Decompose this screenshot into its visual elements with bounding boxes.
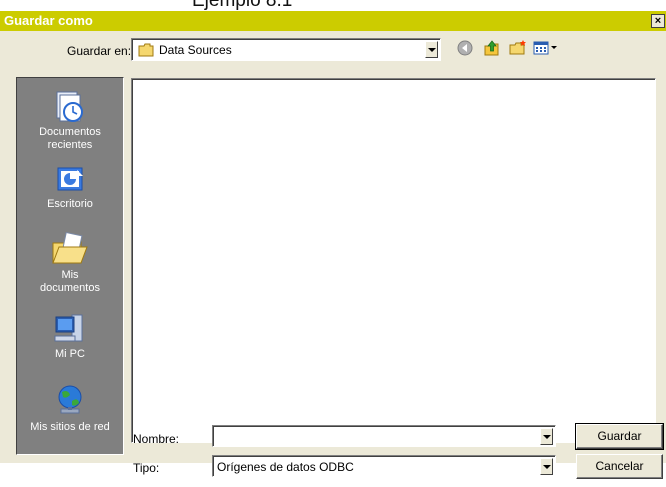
save-in-dropdown-button[interactable] <box>425 41 438 58</box>
place-my-documents[interactable]: Mis documentos <box>17 231 123 295</box>
file-type-dropdown-button[interactable] <box>540 458 553 475</box>
file-list[interactable] <box>131 78 656 443</box>
close-icon: × <box>654 15 662 27</box>
save-in-combo[interactable]: Data Sources <box>131 38 441 61</box>
file-name-combo[interactable] <box>212 425 556 447</box>
my-documents-icon <box>52 231 88 264</box>
place-label-my-documents: Mis documentos <box>40 269 100 294</box>
chevron-down-icon <box>551 46 557 49</box>
network-places-icon <box>58 385 82 414</box>
back-icon[interactable] <box>457 40 473 56</box>
name-label: Nombre: <box>133 432 180 446</box>
save-in-label: Guardar en: <box>67 44 132 58</box>
place-my-computer[interactable]: Mi PC <box>17 312 123 361</box>
place-label-my-computer: Mi PC <box>55 348 85 360</box>
place-network-places[interactable]: Mis sitios de red <box>17 383 123 434</box>
cancel-button[interactable]: Cancelar <box>576 454 663 479</box>
desktop-icon <box>57 167 83 191</box>
place-label-desktop: Escritorio <box>47 198 93 210</box>
file-type-select[interactable]: Orígenes de datos ODBC <box>212 455 556 477</box>
my-computer-icon <box>54 314 83 342</box>
view-menu-icon <box>533 41 549 55</box>
close-button[interactable]: × <box>651 14 665 28</box>
place-recent-documents[interactable]: Documentos recientes <box>17 90 123 152</box>
up-folder-icon[interactable] <box>483 40 501 56</box>
place-label-network: Mis sitios de red <box>30 421 110 433</box>
recent-documents-icon <box>56 91 83 122</box>
file-type-value: Orígenes de datos ODBC <box>217 460 354 474</box>
window-title: Guardar como <box>4 13 93 28</box>
file-name-dropdown-button[interactable] <box>540 428 553 445</box>
save-dialog: Guardar en: Data Sources Documentos reci… <box>0 31 666 479</box>
folder-icon <box>138 43 154 57</box>
place-label-recent: Documentos recientes <box>39 126 101 151</box>
view-menu-button[interactable] <box>533 38 559 58</box>
title-bar: Guardar como × <box>0 11 666 31</box>
save-in-value: Data Sources <box>159 43 232 57</box>
places-bar: Documentos recientes Escritorio Mis docu… <box>16 77 124 455</box>
save-button[interactable]: Guardar <box>575 423 664 450</box>
new-folder-icon[interactable] <box>509 40 527 56</box>
file-name-input[interactable] <box>215 428 535 443</box>
place-desktop[interactable]: Escritorio <box>17 166 123 211</box>
type-label: Tipo: <box>133 461 160 475</box>
